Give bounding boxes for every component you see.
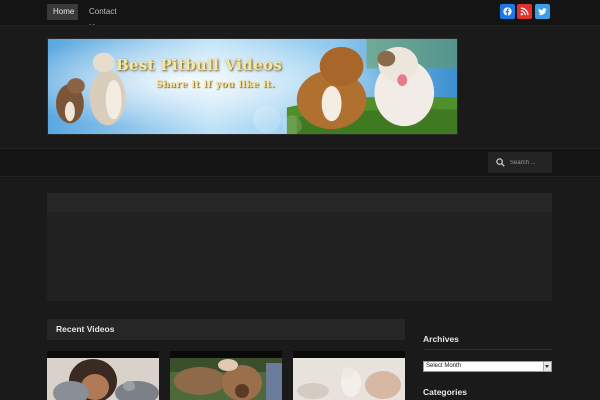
top-bar: Home Contact Us [0,0,600,32]
video-thumbnail[interactable] [170,351,282,400]
rss-button[interactable] [517,4,532,19]
categories-heading: Categories [423,387,467,397]
rss-icon [520,7,529,16]
nav-contact-us[interactable]: Contact Us [83,4,131,32]
recent-videos-header: Recent Videos [47,319,405,340]
twitter-button[interactable] [535,4,550,19]
site-header: Best Pitbull Videos Share it if you like… [0,25,600,148]
archives-select-value: Select Month [426,363,462,369]
recent-videos-title: Recent Videos [56,324,115,334]
secondary-nav [0,148,600,177]
video-thumbnail-image [47,351,159,400]
video-thumbnail[interactable] [47,351,159,400]
search-box[interactable] [488,152,552,173]
divider [423,349,552,350]
nav-home[interactable]: Home [47,4,78,20]
video-thumbnail[interactable] [293,351,405,400]
banner-title: Best Pitbull Videos [116,56,282,74]
chevron-down-icon [543,362,551,371]
facebook-button[interactable] [500,4,515,19]
facebook-icon [503,7,512,16]
banner-subtitle: Share it if you like it. [156,80,276,90]
search-input[interactable] [510,156,550,169]
twitter-icon [538,8,547,16]
video-thumbnail-image [170,351,282,400]
archives-heading: Archives [423,334,459,344]
featured-slider[interactable] [47,193,552,301]
featured-header-bar [47,193,552,212]
banner-logo[interactable]: Best Pitbull Videos Share it if you like… [47,38,458,135]
search-icon [496,158,505,167]
archives-select[interactable]: Select Month [423,361,552,372]
video-thumbnail-image [293,351,405,400]
